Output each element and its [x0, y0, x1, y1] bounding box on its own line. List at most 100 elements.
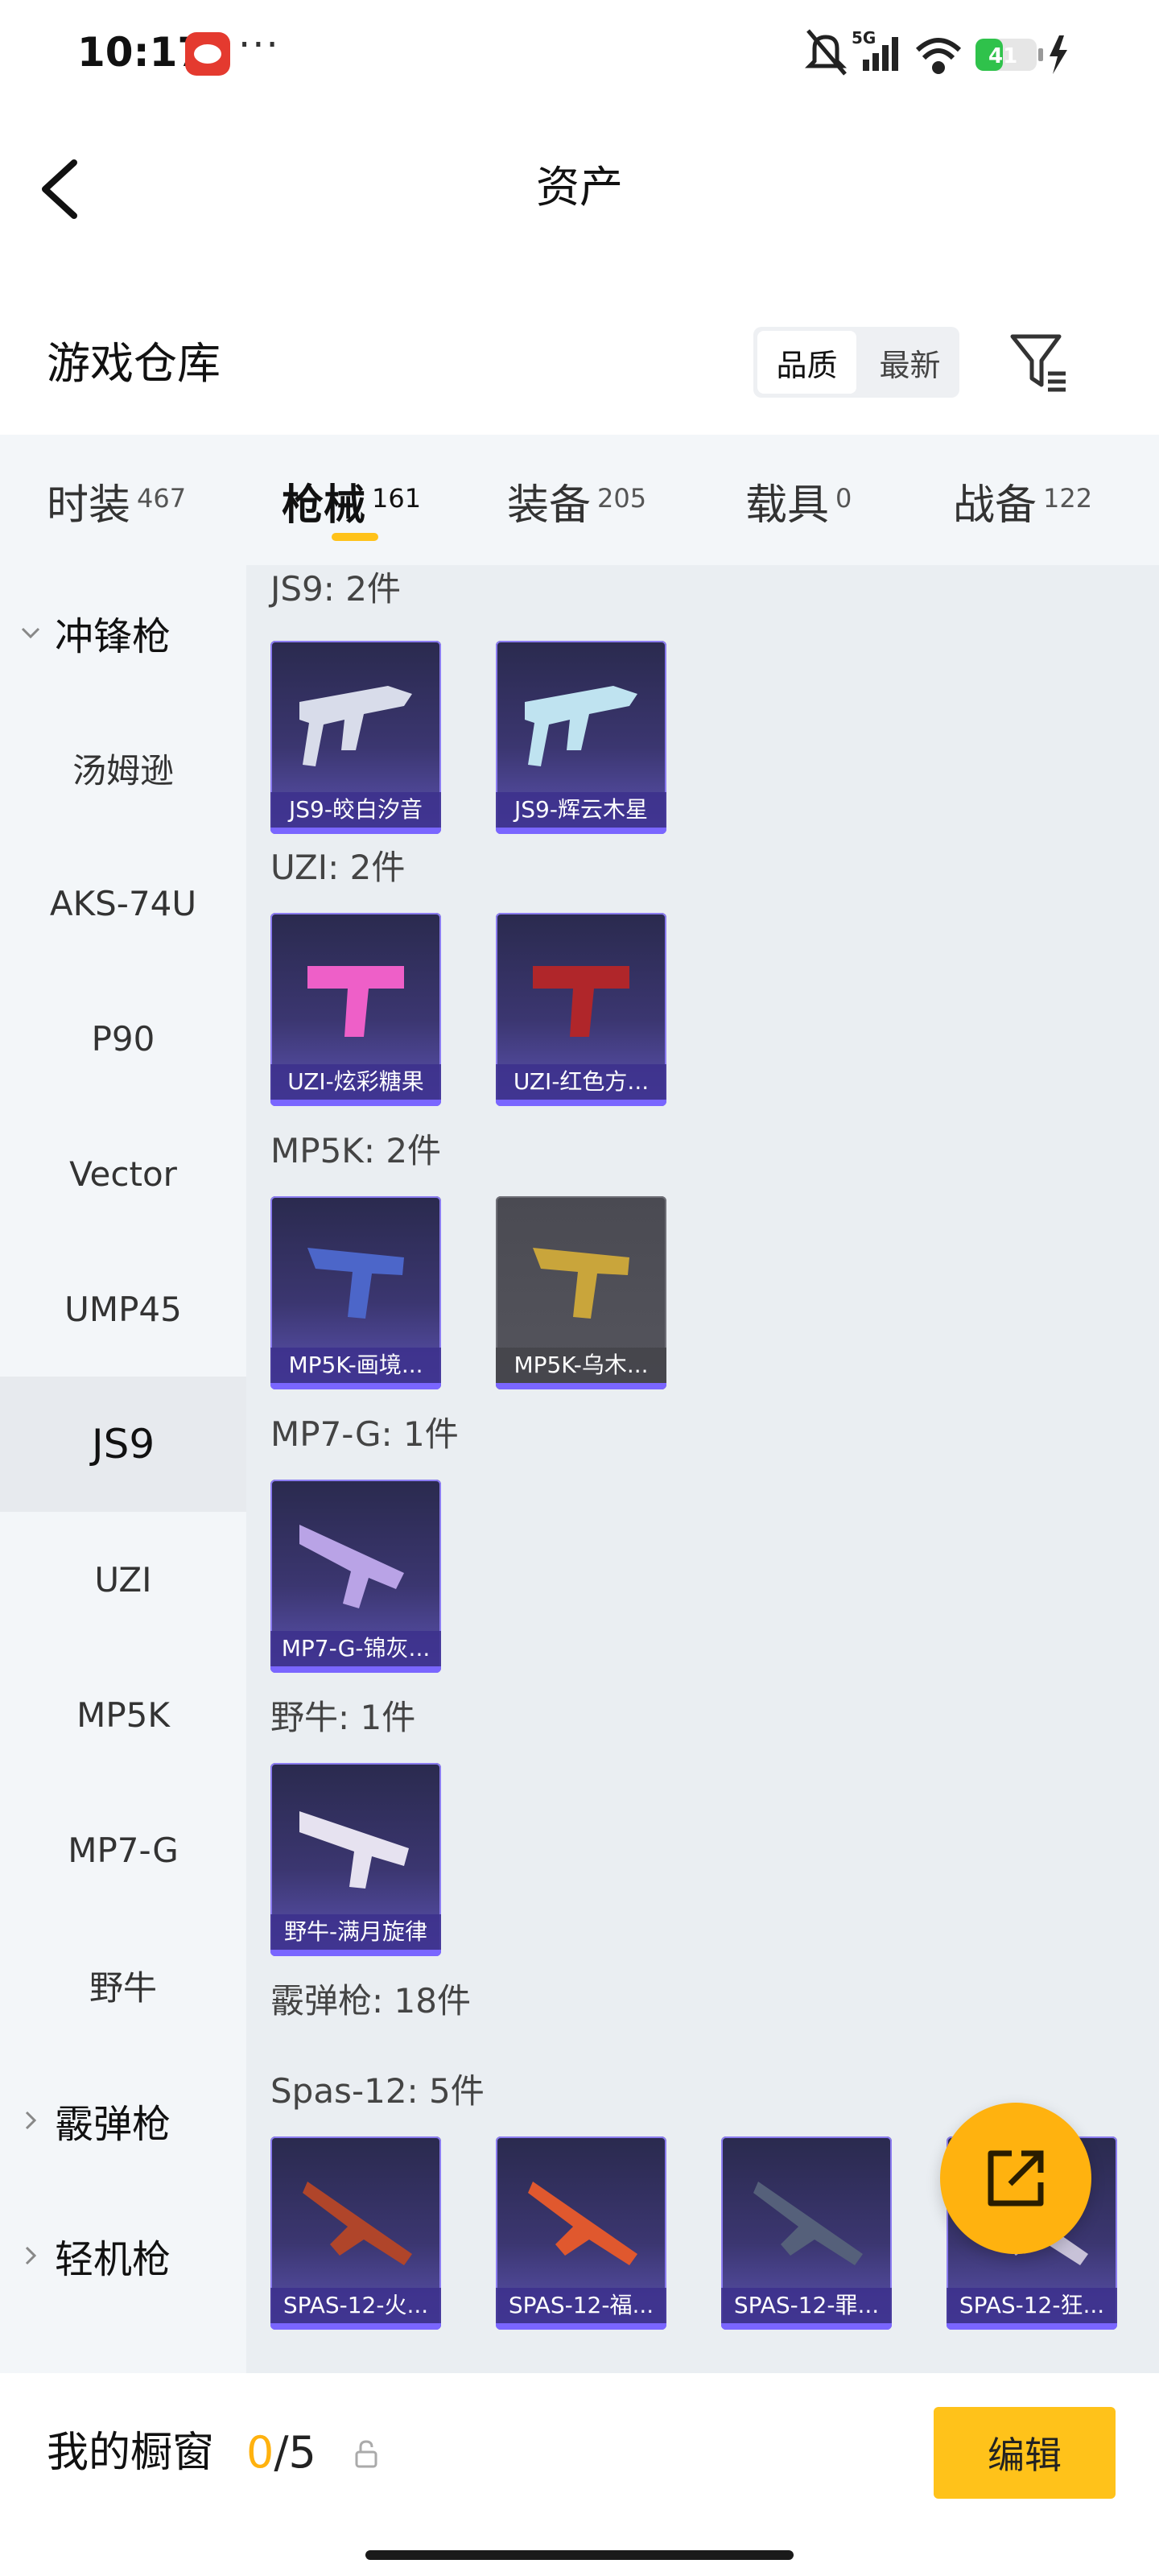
- tab-label: 时装: [47, 481, 131, 530]
- weapon-image: [533, 1248, 629, 1319]
- showcase-count: 0/5: [246, 2425, 316, 2481]
- tab-label: 战备: [953, 481, 1037, 530]
- wifi-icon: [915, 38, 962, 74]
- weapon-image: [525, 686, 637, 766]
- home-indicator[interactable]: [365, 2550, 794, 2560]
- sidebar-item-uzi[interactable]: UZI: [0, 1512, 246, 1647]
- tab-equipment[interactable]: 装备 205: [507, 467, 646, 531]
- weapon-sidebar: 冲锋枪 汤姆逊 AKS-74U P90 Vector UMP45 JS9 UZI…: [0, 565, 246, 2376]
- skin-name: SPAS-12-火...: [270, 2288, 441, 2323]
- group-title-js9: JS9: 2件: [270, 569, 401, 609]
- tab-count: 161: [372, 483, 422, 514]
- weapon-image: [299, 686, 412, 766]
- battery-icon: 41: [975, 39, 1043, 71]
- skin-card[interactable]: SPAS-12-火...: [270, 2136, 441, 2330]
- sidebar-item-ump45[interactable]: UMP45: [0, 1241, 246, 1377]
- skin-card[interactable]: SPAS-12-罪...: [721, 2136, 892, 2330]
- group-title-mp5k: MP5K: 2件: [270, 1131, 442, 1170]
- network-type: 5G: [852, 28, 876, 47]
- sort-toggle[interactable]: 品质 最新: [753, 327, 959, 398]
- category-tab-bar: 时装 467 枪械 161 装备 205 载具 0 战备 122: [0, 435, 1159, 565]
- sidebar-group-lmg[interactable]: 轻机枪: [18, 2188, 171, 2323]
- tab-fashion[interactable]: 时装 467: [47, 467, 186, 531]
- tab-count: 205: [597, 483, 647, 514]
- sort-option-quality[interactable]: 品质: [757, 331, 856, 394]
- tab-count: 467: [137, 483, 187, 514]
- tab-count: 0: [835, 483, 852, 514]
- skin-name: SPAS-12-罪...: [721, 2288, 892, 2323]
- showcase-total: /5: [274, 2427, 316, 2478]
- share-fab-button[interactable]: [940, 2103, 1091, 2254]
- skin-name: MP7-G-锦灰...: [270, 1631, 441, 1666]
- weapon-image: [299, 1525, 404, 1608]
- share-out-icon: [988, 2150, 1044, 2207]
- skin-name: UZI-红色方...: [496, 1064, 666, 1100]
- warehouse-title: 游戏仓库: [47, 338, 221, 389]
- weapon-image: [307, 1248, 404, 1319]
- group-title-mp7g: MP7-G: 1件: [270, 1414, 459, 1454]
- sidebar-item-aks74u[interactable]: AKS-74U: [0, 836, 246, 971]
- showcase-current: 0: [246, 2427, 274, 2478]
- tab-label: 枪械: [282, 481, 366, 530]
- svg-text:41: 41: [988, 44, 1017, 68]
- group-title-spas12: Spas-12: 5件: [270, 2071, 485, 2111]
- filter-icon: [1010, 334, 1066, 392]
- tab-count: 122: [1043, 483, 1093, 514]
- sidebar-item-mp5k[interactable]: MP5K: [0, 1647, 246, 1782]
- more-notifications-icon: ···: [238, 23, 280, 68]
- skin-card[interactable]: UZI-红色方...: [496, 913, 666, 1106]
- skin-card[interactable]: 野牛-满月旋律: [270, 1763, 441, 1956]
- weapon-image: [307, 966, 404, 1037]
- filter-button[interactable]: [1003, 327, 1075, 399]
- lock-icon: [355, 2440, 377, 2468]
- tab-label: 载具: [745, 481, 830, 530]
- skin-name: JS9-皎白汐音: [270, 792, 441, 828]
- sidebar-group-label: 霰弹枪: [55, 2102, 171, 2147]
- tab-label: 装备: [507, 481, 592, 530]
- skin-card[interactable]: UZI-炫彩糖果: [270, 913, 441, 1106]
- sidebar-item-thompson[interactable]: 汤姆逊: [0, 700, 246, 836]
- sidebar-item-js9[interactable]: JS9: [0, 1377, 246, 1512]
- app-notification-icon: [185, 32, 230, 76]
- weapon-image: [753, 2182, 863, 2265]
- group-title-shotgun: 霰弹枪: 18件: [270, 1981, 471, 2021]
- sidebar-item-mp7g[interactable]: MP7-G: [0, 1782, 246, 1918]
- page-title: 资产: [536, 162, 623, 213]
- weapon-image: [533, 966, 629, 1037]
- weapon-image: [303, 2182, 412, 2265]
- edit-button[interactable]: 编辑: [934, 2407, 1116, 2499]
- showcase-label: 我的橱窗: [47, 2429, 215, 2477]
- sidebar-item-vector[interactable]: Vector: [0, 1106, 246, 1241]
- skin-card[interactable]: MP5K-画境...: [270, 1196, 441, 1389]
- skin-name: MP5K-画境...: [270, 1348, 441, 1383]
- chevron-right-icon: [25, 2111, 37, 2130]
- tab-firearms[interactable]: 枪械 161: [282, 467, 421, 531]
- group-title-uzi: UZI: 2件: [270, 848, 406, 887]
- tab-supplies[interactable]: 战备 122: [953, 467, 1092, 531]
- weapon-image: [528, 2182, 637, 2265]
- tab-vehicles[interactable]: 载具 0: [745, 467, 852, 531]
- sidebar-group-label: 轻机枪: [55, 2237, 171, 2282]
- skin-name: MP5K-乌木...: [496, 1348, 666, 1383]
- chevron-right-icon: [25, 2246, 37, 2265]
- status-bar: 10:17 ··· 5G 41: [0, 0, 1159, 105]
- skin-card[interactable]: SPAS-12-福...: [496, 2136, 666, 2330]
- sidebar-group-shotgun[interactable]: 霰弹枪: [18, 2053, 171, 2188]
- skin-card[interactable]: MP5K-乌木...: [496, 1196, 666, 1389]
- skin-name: JS9-辉云木星: [496, 792, 666, 828]
- sort-option-latest[interactable]: 最新: [860, 327, 959, 398]
- sidebar-group-label: 冲锋枪: [55, 614, 171, 659]
- skin-card[interactable]: JS9-皎白汐音: [270, 641, 441, 834]
- skin-name: SPAS-12-狂...: [947, 2288, 1117, 2323]
- charging-icon: [1050, 35, 1067, 74]
- sidebar-item-p90[interactable]: P90: [0, 971, 246, 1106]
- skin-name: 野牛-满月旋律: [270, 1914, 441, 1950]
- chevron-down-icon: [21, 627, 40, 639]
- system-status-icons: 5G 41: [805, 28, 1067, 76]
- skin-card[interactable]: MP7-G-锦灰...: [270, 1480, 441, 1673]
- skin-card[interactable]: JS9-辉云木星: [496, 641, 666, 834]
- sidebar-group-smg[interactable]: 冲锋枪: [18, 565, 171, 700]
- sidebar-item-bison[interactable]: 野牛: [0, 1918, 246, 2053]
- active-tab-indicator: [332, 533, 378, 541]
- weapon-image: [299, 1811, 409, 1889]
